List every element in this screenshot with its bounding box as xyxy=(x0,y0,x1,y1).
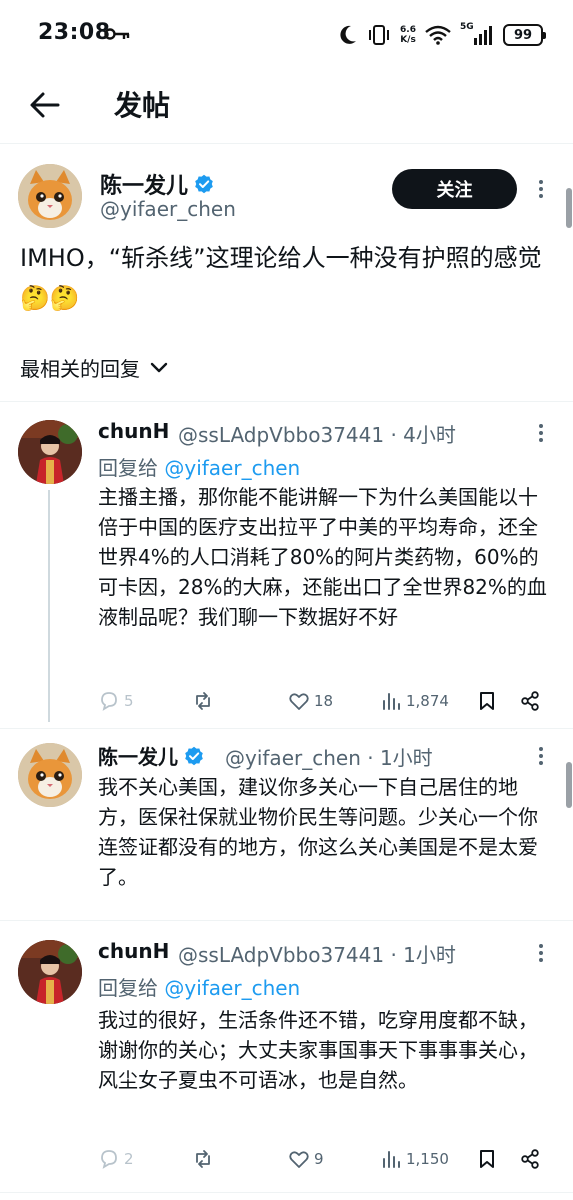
share-icon xyxy=(521,1149,539,1169)
more-options-icon[interactable] xyxy=(538,943,544,963)
views-button[interactable]: 1,150 xyxy=(380,1145,449,1173)
divider xyxy=(0,920,573,921)
verified-badge-icon xyxy=(185,746,203,765)
heart-icon xyxy=(289,1151,309,1168)
comment-icon xyxy=(101,692,117,711)
bookmark-icon xyxy=(480,692,494,710)
reply-sort-dropdown[interactable]: 最相关的回复 xyxy=(20,353,168,382)
reply-author-name-text: 陈一发儿 xyxy=(98,745,178,769)
divider xyxy=(0,728,573,729)
author-name-text: 陈一发儿 xyxy=(100,174,189,199)
repost-button[interactable] xyxy=(192,1145,214,1173)
repost-icon xyxy=(196,1150,210,1168)
reply-text: 我不关心美国，建议你多关心一下自己居住的地方，医保社保就业物价民生等问题。少关心… xyxy=(98,775,538,889)
reply-author-name-text: chunH xyxy=(98,939,170,963)
analytics-icon xyxy=(383,1151,400,1168)
author-handle[interactable]: @yifaer_chen xyxy=(100,197,236,221)
repost-icon xyxy=(196,692,210,710)
more-options-icon[interactable] xyxy=(538,423,544,443)
view-count: 1,150 xyxy=(406,1150,449,1168)
comment-icon xyxy=(101,1150,117,1169)
comment-count: 5 xyxy=(124,692,134,710)
reply-actions: 5 18 1,874 xyxy=(98,687,548,715)
reply-author-name[interactable]: chunH xyxy=(98,419,169,443)
page-title: 发帖 xyxy=(114,89,171,122)
share-icon xyxy=(521,691,539,711)
reply-to-mention[interactable]: @yifaer_chen xyxy=(164,456,300,480)
more-options-icon[interactable] xyxy=(538,179,544,199)
status-bar: 23:08 6.6 K/s 5G 99 xyxy=(0,0,573,70)
author-name[interactable]: 陈一发儿 xyxy=(100,168,214,200)
top-bar: 发帖 xyxy=(0,70,573,144)
like-button[interactable]: 9 xyxy=(288,1145,324,1173)
share-button[interactable] xyxy=(519,1145,541,1173)
sort-label: 最相关的回复 xyxy=(20,357,140,381)
share-button[interactable] xyxy=(519,687,541,715)
like-count: 18 xyxy=(314,692,334,710)
cat-avatar-image xyxy=(18,743,82,807)
bookmark-button[interactable] xyxy=(476,687,498,715)
divider xyxy=(0,1192,573,1193)
net-speed-unit: K/s xyxy=(400,35,416,45)
like-button[interactable]: 18 xyxy=(288,687,333,715)
heart-icon xyxy=(289,693,309,710)
status-icons: 6.6 K/s 5G 99 xyxy=(338,20,546,50)
back-arrow-icon[interactable] xyxy=(28,88,62,122)
author-avatar[interactable] xyxy=(18,164,82,228)
reply-meta: @ssLAdpVbbo37441 · 4小时 xyxy=(178,423,456,447)
comment-count: 2 xyxy=(124,1150,134,1168)
verified-badge-icon xyxy=(195,174,213,194)
reply-author-name-text: chunH xyxy=(98,419,170,443)
scrollbar-thumb[interactable] xyxy=(566,762,572,808)
reply-to-mention[interactable]: @yifaer_chen xyxy=(164,976,300,1000)
view-count: 1,874 xyxy=(406,692,449,710)
key-icon xyxy=(104,28,130,40)
replying-to: 回复给 @yifaer_chen xyxy=(98,452,300,481)
moon-icon xyxy=(340,25,357,44)
scrollbar-thumb[interactable] xyxy=(566,188,572,228)
reply-text: 主播主播，那你能不能讲解一下为什么美国能以十倍于中国的医疗支出拉平了中美的平均寿… xyxy=(98,485,547,629)
reply-avatar[interactable] xyxy=(18,940,82,1004)
like-count: 9 xyxy=(314,1150,324,1168)
views-button[interactable]: 1,874 xyxy=(380,687,449,715)
bookmark-icon xyxy=(480,1150,494,1168)
divider xyxy=(0,401,573,402)
reply-author-name[interactable]: 陈一发儿 xyxy=(98,741,204,770)
cat-avatar-image xyxy=(18,164,82,228)
bookmark-button[interactable] xyxy=(476,1145,498,1173)
cell-signal: 5G xyxy=(460,22,494,46)
signal-bars-icon xyxy=(474,26,492,45)
reply-actions: 2 9 1,150 xyxy=(98,1145,548,1173)
net-speed-value: 6.6 xyxy=(400,25,416,35)
comment-button[interactable]: 2 xyxy=(98,1145,134,1173)
analytics-icon xyxy=(383,693,400,710)
replying-to: 回复给 @yifaer_chen xyxy=(98,972,300,1001)
person-avatar-image xyxy=(18,420,82,484)
reply-meta: @ssLAdpVbbo37441 · 1小时 xyxy=(178,943,456,967)
comment-button[interactable]: 5 xyxy=(98,687,134,715)
repost-button[interactable] xyxy=(192,687,214,715)
more-options-icon[interactable] xyxy=(538,746,544,766)
reply-avatar[interactable] xyxy=(18,420,82,484)
net-speed: 6.6 K/s xyxy=(400,25,416,45)
battery-indicator: 99 xyxy=(503,24,546,46)
reply-to-prefix: 回复给 xyxy=(98,456,158,480)
status-time: 23:08 xyxy=(38,20,111,45)
post-text: IMHO，“斩杀线”这理论给人一种没有护照的感觉🤔🤔 xyxy=(20,244,542,312)
reply-avatar[interactable] xyxy=(18,743,82,807)
vibrate-icon xyxy=(369,25,390,45)
reply-text: 我过的很好，生活条件还不错，吃穿用度都不缺，谢谢你的关心；大丈夫家事国事天下事事… xyxy=(98,1008,538,1092)
person-avatar-image xyxy=(18,940,82,1004)
reply-author-name[interactable]: chunH xyxy=(98,939,169,963)
chevron-down-icon xyxy=(150,362,168,372)
reply-to-prefix: 回复给 xyxy=(98,976,158,1000)
wifi-icon xyxy=(425,25,451,45)
reply-meta: @yifaer_chen · 1小时 xyxy=(225,746,433,770)
follow-button[interactable]: 关注 xyxy=(392,169,517,209)
thread-line xyxy=(48,490,50,722)
